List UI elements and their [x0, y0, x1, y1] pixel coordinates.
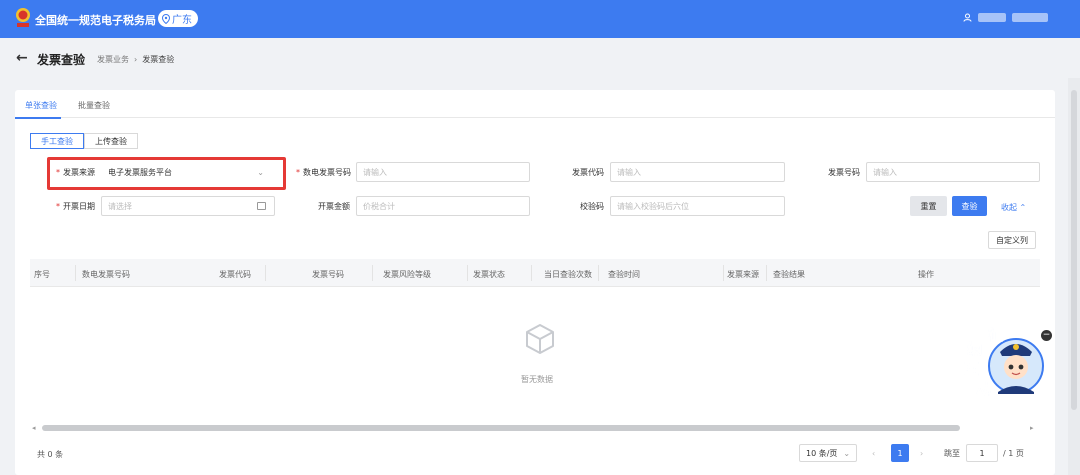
chevron-up-icon: ⌃ — [1019, 203, 1027, 212]
mascot-char-3: 互 — [964, 360, 979, 378]
column-divider[interactable] — [766, 265, 767, 281]
col-header-invoice-code: 发票代码 — [219, 270, 251, 279]
page-size-value: 10 条/页 — [806, 448, 838, 458]
empty-state-text: 暂无数据 — [521, 375, 553, 384]
back-arrow-icon[interactable]: ← — [16, 50, 28, 66]
tab-bar: 单张查验 批量查验 — [15, 90, 1055, 118]
user-icon — [963, 13, 972, 22]
mascot-char-1: 征 — [988, 326, 1003, 344]
breadcrumb-item-current: 发票查验 — [142, 55, 175, 64]
col-header-risk-level: 发票风险等级 — [383, 270, 431, 279]
col-header-invoice-status: 发票状态 — [473, 270, 505, 279]
invoice-code-label: 发票代码 — [572, 168, 604, 177]
breadcrumb: 发票业务 › 发票查验 — [97, 54, 174, 65]
jump-to-page-input[interactable]: 1 — [966, 444, 998, 462]
minimize-mascot-icon[interactable]: − — [1041, 330, 1052, 341]
user-name-redacted — [978, 13, 1006, 22]
total-pages: / 1 页 — [1003, 448, 1024, 458]
page-scrollbar-thumb[interactable] — [1071, 90, 1077, 410]
active-tab-indicator — [15, 117, 61, 119]
highlight-annotation-box — [47, 157, 286, 190]
empty-box-icon — [526, 324, 554, 354]
invoice-code-input[interactable]: 请输入 — [610, 162, 785, 182]
region-selector[interactable]: 广东 — [158, 10, 198, 27]
page-title: 发票查验 — [37, 53, 86, 67]
column-divider[interactable] — [372, 265, 373, 281]
tax-emblem-logo — [16, 8, 30, 27]
invoice-number-label: 发票号码 — [828, 168, 860, 177]
required-mark: * — [296, 168, 300, 177]
col-header-actions: 操作 — [918, 270, 934, 279]
invoice-amount-input[interactable]: 价税合计 — [356, 196, 530, 216]
issue-date-picker[interactable]: 请选择 — [101, 196, 275, 216]
company-name-redacted — [1012, 13, 1048, 22]
upload-check-button[interactable]: 上传查验 — [84, 133, 138, 149]
breadcrumb-item-invoice-business[interactable]: 发票业务 — [97, 55, 129, 64]
einvoice-number-label: * 数电发票号码 — [296, 168, 351, 177]
col-header-check-time: 查验时间 — [608, 270, 640, 279]
collapse-label: 收起 — [1001, 203, 1017, 212]
column-divider[interactable] — [598, 265, 599, 281]
column-divider[interactable] — [265, 265, 266, 281]
table-horizontal-scrollbar[interactable] — [42, 425, 960, 431]
breadcrumb-separator: › — [134, 55, 138, 64]
check-code-label: 校验码 — [580, 202, 604, 211]
column-divider[interactable] — [75, 265, 76, 281]
query-button[interactable]: 查验 — [952, 196, 987, 216]
scroll-left-icon[interactable]: ◂ — [32, 424, 36, 432]
interaction-mascot-widget[interactable]: 征 纳 互 动 — [960, 322, 1050, 402]
next-page-button[interactable]: › — [920, 444, 923, 462]
location-pin-icon — [162, 13, 170, 24]
invoice-number-input[interactable]: 请输入 — [866, 162, 1040, 182]
invoice-amount-label: 开票金额 — [318, 202, 350, 211]
user-menu[interactable] — [963, 13, 1048, 22]
required-mark: * — [56, 202, 60, 211]
mascot-char-2: 纳 — [967, 340, 982, 358]
column-divider[interactable] — [467, 265, 468, 281]
table-header: 序号 数电发票号码 发票代码 发票号码 发票风险等级 发票状态 当日查验次数 查… — [30, 259, 1040, 287]
page-size-select[interactable]: 10 条/页 ⌄ — [799, 444, 857, 462]
column-divider[interactable] — [723, 265, 724, 281]
col-header-invoice-source: 发票来源 — [727, 270, 759, 279]
column-divider[interactable] — [531, 265, 532, 281]
total-count: 共 0 条 — [37, 450, 64, 459]
jump-to-label: 跳至 — [944, 448, 960, 458]
custom-columns-button[interactable]: 自定义列 — [988, 231, 1036, 249]
mascot-char-4: 动 — [976, 380, 991, 398]
reset-button[interactable]: 重置 — [910, 196, 947, 216]
calendar-icon — [257, 202, 266, 210]
collapse-toggle[interactable]: 收起 ⌃ — [1001, 202, 1026, 213]
manual-check-button[interactable]: 手工查验 — [30, 133, 84, 149]
col-header-check-result: 查验结果 — [773, 270, 805, 279]
col-header-daily-check-count: 当日查验次数 — [544, 270, 592, 279]
col-header-index: 序号 — [34, 270, 50, 279]
einvoice-number-input[interactable]: 请输入 — [356, 162, 530, 182]
col-header-invoice-number: 发票号码 — [312, 270, 344, 279]
col-header-einvoice-number: 数电发票号码 — [82, 270, 130, 279]
prev-page-button[interactable]: ‹ — [872, 444, 875, 462]
region-label: 广东 — [172, 15, 192, 26]
app-title: 全国统一规范电子税务局 — [35, 14, 156, 27]
scroll-right-icon[interactable]: ▸ — [1030, 424, 1034, 432]
check-code-input[interactable]: 请输入校验码后六位 — [610, 196, 785, 216]
issue-date-placeholder: 请选择 — [108, 201, 132, 211]
tab-single-check[interactable]: 单张查验 — [25, 100, 57, 111]
tab-batch-check[interactable]: 批量查验 — [78, 100, 110, 111]
page-number-current[interactable]: 1 — [891, 444, 909, 462]
issue-date-label: * 开票日期 — [56, 202, 95, 211]
chevron-down-icon: ⌄ — [843, 448, 851, 458]
